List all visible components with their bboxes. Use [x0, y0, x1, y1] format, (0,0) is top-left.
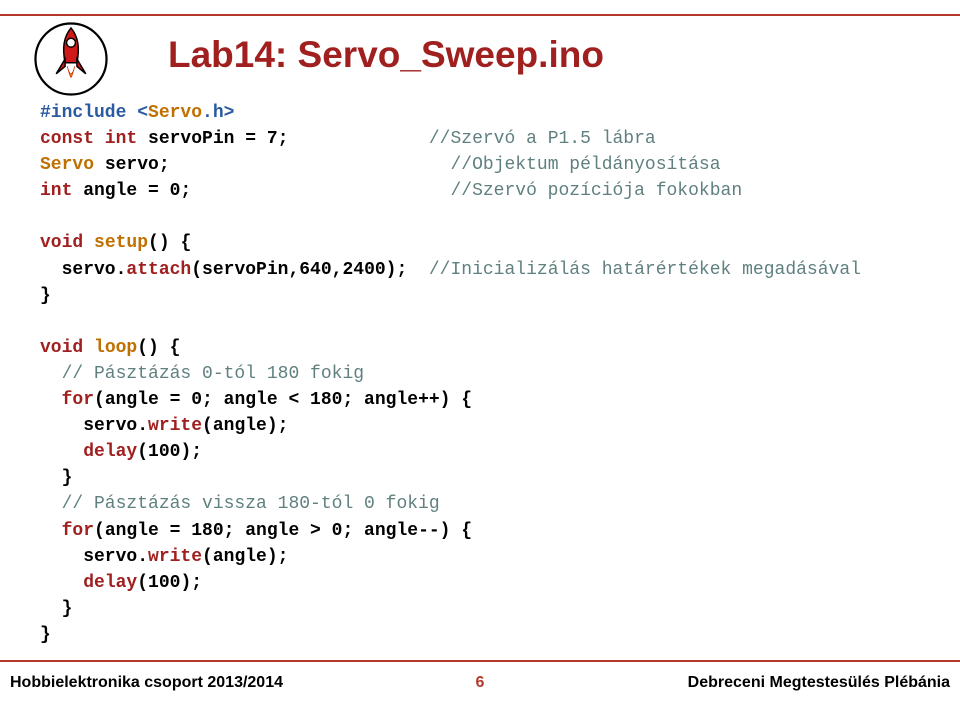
code-comment: //Objektum példányosítása: [450, 155, 720, 175]
code-token: int: [40, 181, 72, 201]
code-token: [83, 338, 94, 358]
code-block: #include <Servo.h> const int servoPin = …: [40, 100, 920, 648]
code-token: Servo: [148, 103, 202, 123]
code-comment: // Pásztázás vissza 180-tól 0 fokig: [40, 494, 440, 514]
footer: Hobbielektronika csoport 2013/2014 6 Deb…: [0, 660, 960, 702]
code-token: servo.: [40, 416, 148, 436]
code-token: (angle = 0; angle < 180; angle++) {: [94, 390, 472, 410]
code-token: }: [40, 599, 72, 619]
code-token: [83, 233, 94, 253]
code-token: (100);: [137, 442, 202, 462]
code-token: }: [40, 468, 72, 488]
code-token: const int: [40, 129, 137, 149]
rocket-logo-icon: [34, 22, 108, 96]
slide-title: Lab14: Servo_Sweep.ino: [168, 34, 604, 76]
code-token: servo.: [40, 260, 126, 280]
code-token: Servo: [40, 155, 94, 175]
code-token: write: [148, 547, 202, 567]
code-token: delay: [83, 573, 137, 593]
code-token: for: [40, 521, 94, 541]
footer-divider: [0, 660, 960, 662]
code-token: () {: [148, 233, 191, 253]
code-token: void: [40, 338, 83, 358]
top-divider: [0, 14, 960, 16]
code-token: () {: [137, 338, 180, 358]
code-token: void: [40, 233, 83, 253]
code-token: }: [40, 625, 51, 645]
code-token: (servoPin,640,2400);: [191, 260, 429, 280]
code-token: (angle);: [202, 416, 288, 436]
code-token: servo.: [40, 547, 148, 567]
code-comment: // Pásztázás 0-tól 180 fokig: [40, 364, 364, 384]
code-token: write: [148, 416, 202, 436]
code-token: servoPin = 7;: [137, 129, 429, 149]
code-token: angle = 0;: [72, 181, 450, 201]
code-token: servo;: [94, 155, 450, 175]
code-token: [40, 442, 83, 462]
code-token: loop: [94, 338, 137, 358]
code-token: attach: [126, 260, 191, 280]
code-token: for: [40, 390, 94, 410]
code-token: }: [40, 286, 51, 306]
code-token: .h>: [202, 103, 234, 123]
code-token: (angle);: [202, 547, 288, 567]
code-token: (100);: [137, 573, 202, 593]
code-token: setup: [94, 233, 148, 253]
code-token: [40, 573, 83, 593]
code-token: #include <: [40, 103, 148, 123]
code-comment: //Szervó a P1.5 lábra: [429, 129, 656, 149]
code-comment: //Inicializálás határértékek megadásával: [429, 260, 861, 280]
code-token: delay: [83, 442, 137, 462]
code-comment: //Szervó pozíciója fokokban: [450, 181, 742, 201]
code-token: (angle = 180; angle > 0; angle--) {: [94, 521, 472, 541]
footer-right-text: Debreceni Megtestesülés Plébánia: [688, 674, 950, 692]
